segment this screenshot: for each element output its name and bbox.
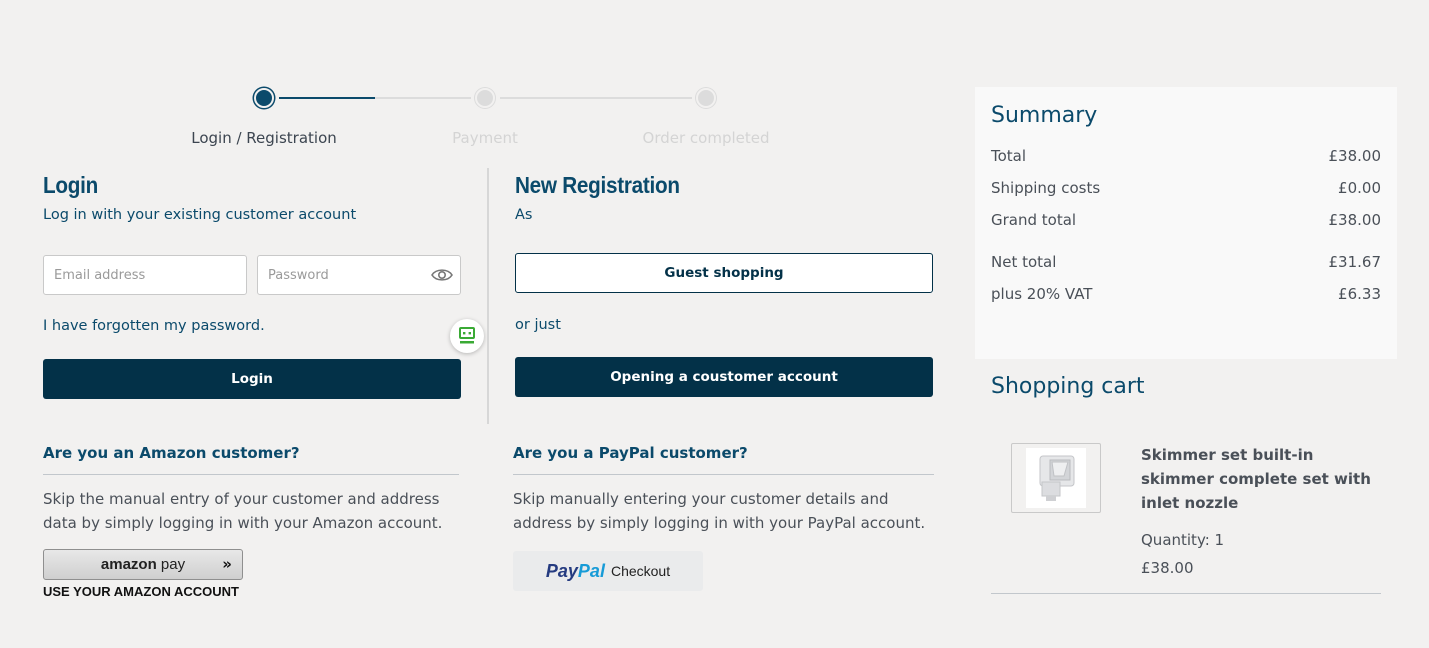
paypal-title: Are you a PayPal customer?	[513, 444, 934, 475]
summary-row-net-total: Net total £31.67	[991, 253, 1381, 271]
summary-row-shipping: Shipping costs £0.00	[991, 179, 1381, 197]
password-input[interactable]	[268, 267, 450, 283]
guest-shopping-button[interactable]: Guest shopping	[515, 253, 933, 293]
amazon-pay-button[interactable]: amazon pay »	[43, 549, 243, 580]
column-divider	[487, 168, 489, 424]
email-field[interactable]	[43, 255, 247, 295]
step-label-payment: Payment	[452, 129, 518, 147]
cart-item-price: £38.00	[1141, 559, 1194, 577]
paypal-logo: PayPal	[545, 560, 605, 581]
registration-title: New Registration	[515, 172, 680, 198]
double-chevron-right-icon: »	[222, 555, 232, 573]
step-label-order-completed: Order completed	[642, 129, 770, 147]
registration-section: New Registration As Guest shopping or ju…	[515, 172, 933, 397]
email-input[interactable]	[54, 267, 236, 283]
login-section: Login Log in with your existing customer…	[43, 172, 484, 399]
forgot-password-link[interactable]: I have forgotten my password.	[43, 318, 265, 334]
amazon-description: Skip the manual entry of your customer a…	[43, 490, 443, 532]
step-label-login: Login / Registration	[191, 129, 337, 147]
registration-subtitle: As	[515, 207, 533, 223]
summary-title: Summary	[991, 103, 1098, 128]
cart-item-thumbnail[interactable]	[1011, 443, 1101, 513]
step-dot-order-completed	[696, 88, 716, 108]
password-field[interactable]	[257, 255, 461, 295]
login-subtitle: Log in with your existing customer accou…	[43, 207, 357, 223]
stepper-line-1	[279, 97, 471, 99]
skimmer-product-image	[1026, 448, 1086, 508]
amazon-title: Are you an Amazon customer?	[43, 444, 459, 475]
order-summary: Summary Total £38.00 Shipping costs £0.00 …	[975, 87, 1397, 359]
login-fields	[43, 255, 484, 353]
cart-item-name[interactable]: Skimmer set built-in skimmer complete se…	[1141, 443, 1371, 515]
login-title: Login	[43, 172, 98, 198]
step-dot-payment	[475, 88, 495, 108]
summary-row-grand-total: Grand total £38.00	[991, 211, 1381, 229]
eye-icon[interactable]	[431, 267, 453, 283]
stepper-line-2	[500, 97, 692, 99]
paypal-checkout-button[interactable]: PayPal Checkout	[513, 551, 703, 591]
cart-title: Shopping cart	[991, 374, 1145, 399]
stepper-progress-fill	[279, 97, 375, 99]
summary-row-total: Total £38.00	[991, 147, 1381, 165]
login-button[interactable]: Login	[43, 359, 461, 399]
checkout-stepper: Login / Registration Payment Order compl…	[180, 86, 790, 156]
paypal-description: Skip manually entering your customer det…	[513, 490, 926, 532]
step-dot-login	[254, 88, 274, 108]
paypal-checkout-label: Checkout	[610, 563, 671, 579]
password-manager-icon[interactable]	[450, 319, 484, 353]
open-account-button[interactable]: Opening a coustomer account	[515, 357, 933, 397]
or-just-text: or just	[515, 317, 561, 333]
paypal-section: Are you a PayPal customer? Skip manually…	[513, 444, 934, 591]
summary-row-vat: plus 20% VAT £6.33	[991, 285, 1381, 303]
cart-item: Skimmer set built-in skimmer complete se…	[991, 443, 1381, 594]
cart-item-quantity: Quantity: 1	[1141, 531, 1225, 549]
amazon-section: Are you an Amazon customer? Skip the man…	[43, 444, 459, 599]
amazon-caption: USE YOUR AMAZON ACCOUNT	[43, 584, 239, 599]
amazon-pay-logo: amazon pay	[100, 556, 186, 573]
